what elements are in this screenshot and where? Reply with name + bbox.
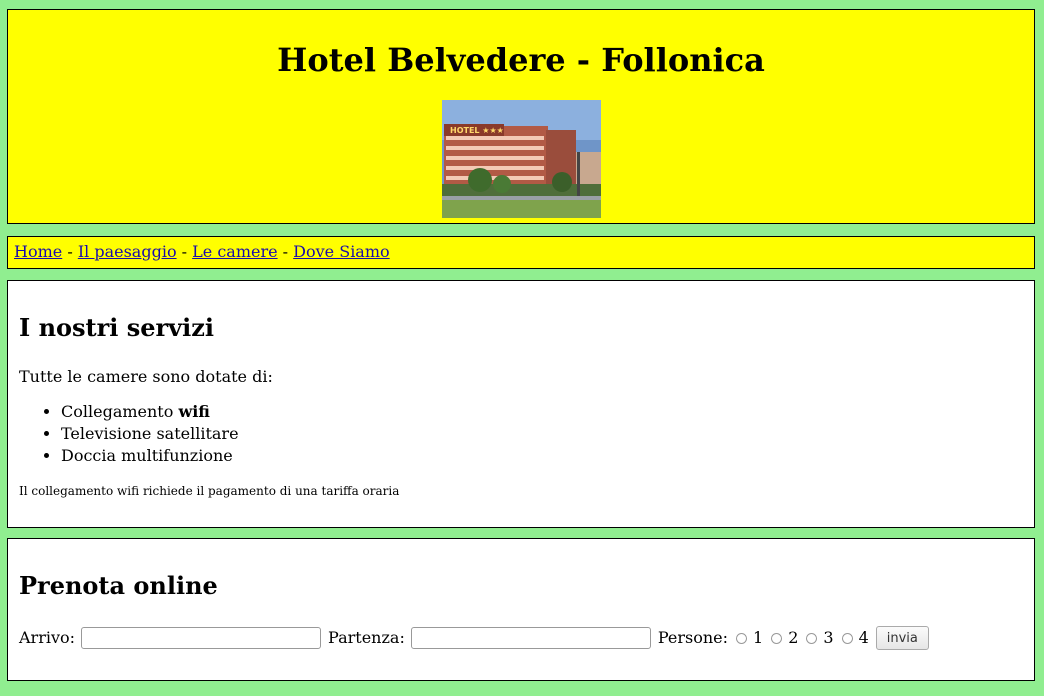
services-intro: Tutte le camere sono dotate di: xyxy=(19,367,273,386)
wifi-bold: wifi xyxy=(178,402,210,421)
nav-separator: - xyxy=(176,242,193,261)
wifi-note: Il collegamento wifi richiede il pagamen… xyxy=(19,484,400,498)
submit-button[interactable]: invia xyxy=(875,626,929,650)
services-list: Collegamento wifi Televisione satellitar… xyxy=(19,401,239,467)
services-title: I nostri servizi xyxy=(19,313,214,342)
page-title: Hotel Belvedere - Follonica xyxy=(277,41,765,79)
page-header: Hotel Belvedere - Follonica HOTEL ★★★ xyxy=(7,9,1035,224)
arrival-label: Arrivo: xyxy=(19,628,76,647)
nav-link-home[interactable]: Home xyxy=(14,242,62,261)
nav-link-landscape[interactable]: Il paesaggio xyxy=(78,242,177,261)
main-nav: Home - Il paesaggio - Le camere - Dove S… xyxy=(7,236,1035,269)
list-item: Televisione satellitare xyxy=(61,423,239,445)
hotel-sign: HOTEL ★★★ xyxy=(450,126,504,135)
departure-label: Partenza: xyxy=(328,628,405,647)
nav-separator: - xyxy=(277,242,294,261)
persons-radio-2[interactable] xyxy=(771,632,783,644)
booking-title: Prenota online xyxy=(19,571,218,600)
services-section: I nostri servizi Tutte le camere sono do… xyxy=(7,280,1035,528)
arrival-input[interactable] xyxy=(81,627,322,649)
nav-separator: - xyxy=(62,242,78,261)
booking-form: Arrivo: Partenza: Persone: 1 2 3 4 invia xyxy=(19,626,1024,650)
persons-radio-4[interactable] xyxy=(841,632,853,644)
hotel-photo: HOTEL ★★★ xyxy=(442,100,601,218)
list-item: Doccia multifunzione xyxy=(61,445,239,467)
booking-section: Prenota online Arrivo: Partenza: Persone… xyxy=(7,538,1035,681)
persons-label: Persone: xyxy=(657,628,728,647)
nav-link-rooms[interactable]: Le camere xyxy=(192,242,277,261)
persons-radio-1[interactable] xyxy=(736,632,747,644)
departure-input[interactable] xyxy=(410,627,651,649)
list-item: Collegamento wifi xyxy=(61,401,239,423)
persons-radio-3[interactable] xyxy=(806,632,818,644)
nav-link-location[interactable]: Dove Siamo xyxy=(293,242,389,261)
